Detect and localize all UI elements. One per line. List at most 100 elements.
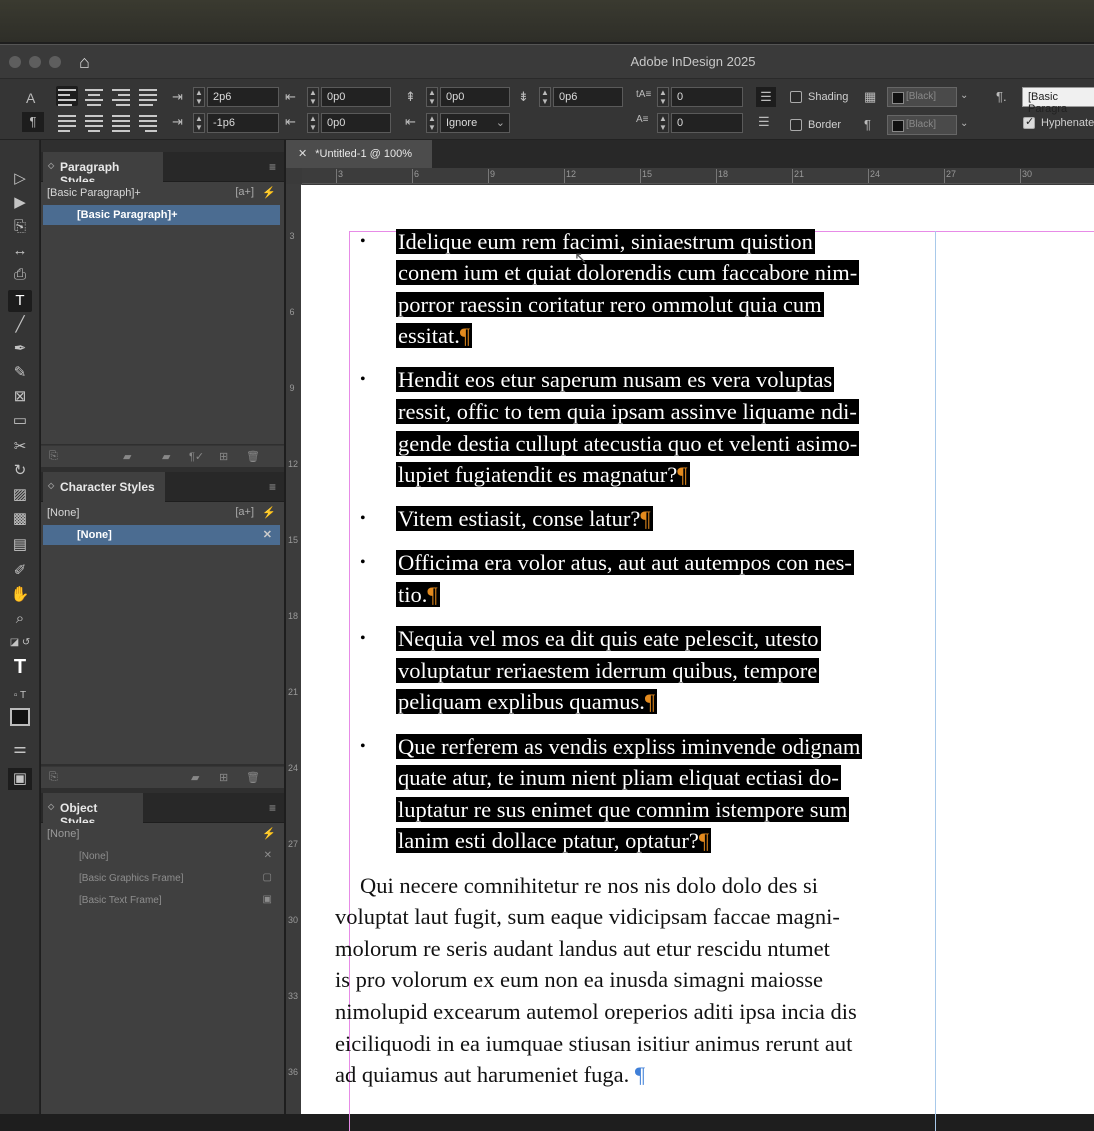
numbered-list-button[interactable]: ☰: [758, 114, 770, 130]
drop-chars-stepper[interactable]: ▲ ▼: [657, 113, 669, 133]
paragraph-style-item[interactable]: [Basic Paragraph]+: [43, 205, 280, 225]
rotate-tool-icon[interactable]: ↻: [8, 460, 32, 482]
view-mode-icon[interactable]: ⚌: [8, 738, 32, 760]
right-indent-stepper[interactable]: ▲ ▼: [307, 87, 319, 107]
align-towards-spine-button[interactable]: [137, 86, 159, 106]
first-indent-field[interactable]: -1p6: [207, 113, 279, 133]
space-before-field[interactable]: 0p0: [440, 87, 510, 107]
container-text-toggle-icon[interactable]: ▫ T: [8, 685, 32, 707]
panel-menu-icon[interactable]: ≡: [269, 160, 276, 174]
right-indent-field[interactable]: 0p0: [321, 87, 391, 107]
screen-mode-icon[interactable]: ▣: [8, 768, 32, 790]
border-checkbox[interactable]: [790, 119, 802, 131]
gradient-tool-icon[interactable]: ▨: [8, 484, 32, 506]
create-style-icon[interactable]: [a+]: [235, 186, 254, 198]
scissors-tool-icon[interactable]: ✂: [8, 436, 32, 458]
drop-cap-lines-field[interactable]: 0: [671, 87, 743, 107]
object-style-item[interactable]: [Basic Graphics Frame] ▢: [41, 868, 284, 890]
ruler-label: 15: [288, 535, 299, 545]
formatting-text-icon[interactable]: T: [8, 656, 32, 678]
space-after-field[interactable]: 0p6: [553, 87, 623, 107]
character-style-item[interactable]: [None] ✕: [43, 525, 280, 545]
gap-tool-icon[interactable]: ↔: [8, 240, 32, 262]
character-styles-tab[interactable]: Character Styles: [43, 472, 165, 502]
type-tool-icon[interactable]: T: [8, 290, 32, 312]
last-indent-stepper[interactable]: ▲ ▼: [307, 113, 319, 133]
pen-tool-icon[interactable]: ✒: [8, 338, 32, 360]
folder-icon[interactable]: ▰: [191, 771, 199, 784]
line-tool-icon[interactable]: ╱: [8, 314, 32, 336]
grid-align-stepper[interactable]: ▲ ▼: [426, 113, 438, 133]
first-indent-stepper[interactable]: ▲ ▼: [193, 113, 205, 133]
ruler-origin[interactable]: [286, 168, 302, 184]
folder-icon[interactable]: ▰: [162, 450, 170, 463]
last-indent-field[interactable]: 0p0: [321, 113, 391, 133]
lightning-icon[interactable]: ⚡: [262, 827, 276, 840]
align-right-button[interactable]: [110, 86, 132, 106]
shading-swatch[interactable]: [Black]: [887, 87, 957, 107]
paragraph-style-select[interactable]: [Basic Paragra: [1022, 87, 1094, 115]
paragraph-styles-tab[interactable]: Paragraph Styles: [43, 152, 163, 188]
drop-cap-chars-field[interactable]: 0: [671, 113, 743, 133]
pencil-tool-icon[interactable]: ✎: [8, 362, 32, 384]
list-bullet: •: [360, 630, 366, 647]
zoom-tool-icon[interactable]: ⌕: [8, 608, 32, 630]
shading-checkbox[interactable]: [790, 91, 802, 103]
paragraph-formatting-icon[interactable]: ¶: [22, 112, 44, 132]
left-indent-field[interactable]: 2p6: [207, 87, 279, 107]
load-styles-icon[interactable]: ⎘: [49, 450, 58, 463]
panel-menu-icon[interactable]: ≡: [269, 480, 276, 494]
panel-menu-icon[interactable]: ≡: [269, 801, 276, 815]
content-collector-icon[interactable]: ⎙: [8, 264, 32, 286]
chevron-down-icon[interactable]: ⌄: [960, 118, 968, 129]
clear-overrides-icon[interactable]: ¶✓: [189, 450, 204, 463]
gradient-feather-tool-icon[interactable]: ▩: [8, 508, 32, 530]
trash-icon[interactable]: 🗑: [246, 771, 260, 784]
align-center-button[interactable]: [83, 86, 105, 106]
note-tool-icon[interactable]: ▤: [8, 534, 32, 556]
create-style-icon[interactable]: [a+]: [235, 506, 254, 518]
chevron-down-icon[interactable]: ⌄: [960, 90, 968, 101]
drop-lines-stepper[interactable]: ▲ ▼: [657, 87, 669, 107]
vertical-ruler[interactable]: 3 6 9 12 15 18 21 24 27 30 33 36: [286, 184, 302, 1114]
object-styles-tab[interactable]: Object Styles: [43, 793, 143, 829]
load-styles-icon[interactable]: ⎘: [49, 771, 58, 784]
bulleted-list-button[interactable]: ☰: [756, 87, 776, 107]
left-indent-stepper[interactable]: ▲ ▼: [193, 87, 205, 107]
border-settings-icon[interactable]: ¶: [864, 117, 871, 132]
direct-selection-tool-icon[interactable]: ▶: [8, 192, 32, 214]
default-fill-stroke-icon[interactable]: ◪ ↺: [8, 632, 32, 654]
justify-left-button[interactable]: [56, 112, 78, 132]
hand-tool-icon[interactable]: ✋: [8, 584, 32, 606]
new-group-icon[interactable]: ▰: [123, 450, 131, 463]
trash-icon[interactable]: 🗑: [246, 450, 260, 463]
eyedropper-tool-icon[interactable]: ✐: [8, 560, 32, 582]
ruler-label: 27: [946, 169, 957, 179]
shading-settings-icon[interactable]: ▦: [864, 89, 876, 105]
new-style-icon[interactable]: ⊞: [219, 771, 228, 784]
selected-text: Nequia vel mos ea dit quis eate pelescit…: [396, 626, 821, 651]
rectangle-frame-tool-icon[interactable]: ⊠: [8, 386, 32, 408]
horizontal-ruler[interactable]: 3 6 9 12 15 18 21 24 27 30: [302, 168, 1094, 184]
selection-tool-icon[interactable]: ▷: [8, 168, 32, 190]
lightning-icon[interactable]: ⚡: [262, 506, 276, 519]
character-formatting-icon[interactable]: A: [26, 90, 35, 106]
object-style-item[interactable]: [None] ✕: [41, 846, 284, 868]
align-away-spine-button[interactable]: [137, 112, 159, 132]
page-tool-icon[interactable]: ⎘: [8, 216, 32, 238]
justify-all-button[interactable]: [110, 112, 132, 132]
space-before-stepper[interactable]: ▲ ▼: [426, 87, 438, 107]
rectangle-tool-icon[interactable]: ▭: [8, 410, 32, 432]
object-style-item[interactable]: [Basic Text Frame] ▣: [41, 890, 284, 912]
new-style-icon[interactable]: ⊞: [219, 450, 228, 463]
hyphenate-checkbox[interactable]: [1023, 115, 1035, 129]
apply-color-icon[interactable]: [10, 708, 30, 726]
close-icon[interactable]: ✕: [298, 148, 307, 160]
lightning-icon[interactable]: ⚡: [262, 186, 276, 199]
document-tab[interactable]: ✕ *Untitled-1 @ 100%: [286, 140, 432, 168]
space-after-stepper[interactable]: ▲ ▼: [539, 87, 551, 107]
border-swatch[interactable]: [Black]: [887, 115, 957, 135]
grid-align-select[interactable]: Ignore ⌄: [440, 113, 510, 133]
align-left-button[interactable]: [56, 86, 78, 106]
justify-center-button[interactable]: [83, 112, 105, 132]
